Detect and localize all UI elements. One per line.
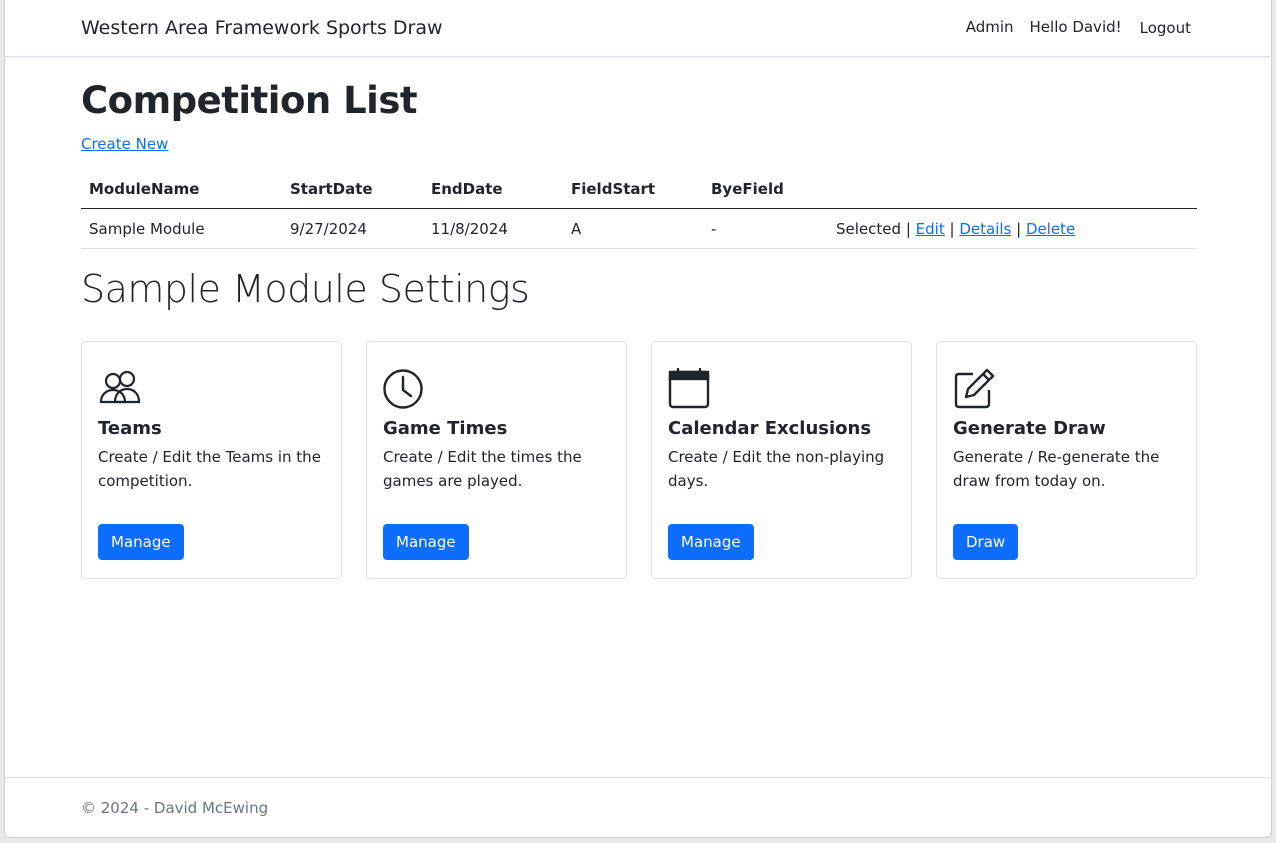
create-new-link[interactable]: Create New	[81, 135, 168, 153]
settings-title: Sample Module Settings	[81, 267, 530, 311]
calendar-manage-button[interactable]: Manage	[668, 524, 754, 560]
card-title: Game Times	[383, 418, 508, 439]
cell-bye-field: -	[703, 208, 828, 249]
cell-actions: Selected | Edit | Details | Delete	[828, 208, 1197, 249]
calendar-icon	[668, 367, 712, 410]
header-start-date: StartDate	[282, 171, 423, 209]
page-title: Competition List	[81, 79, 418, 122]
footer: © 2024 - David McEwing	[5, 777, 1271, 837]
pencil-square-icon	[953, 368, 997, 410]
calendar-exclusions-card: Calendar Exclusions Create / Edit the no…	[651, 341, 912, 579]
competition-table: ModuleName StartDate EndDate FieldStart …	[81, 171, 1197, 249]
header-field-start: FieldStart	[563, 171, 703, 209]
card-title: Calendar Exclusions	[668, 418, 872, 439]
brand-link[interactable]: Western Area Framework Sports Draw	[81, 17, 443, 39]
settings-cards: Teams Create / Edit the Teams in the com…	[81, 341, 1197, 579]
nav-admin-link[interactable]: Admin	[966, 18, 1014, 37]
card-title: Teams	[98, 418, 162, 439]
navbar: Western Area Framework Sports Draw Admin…	[5, 0, 1271, 57]
action-separator: |	[905, 220, 911, 238]
action-separator: |	[949, 220, 955, 238]
draw-button[interactable]: Draw	[953, 524, 1019, 560]
cell-field-start: A	[563, 208, 703, 249]
generate-draw-card: Generate Draw Generate / Re-generate the…	[936, 341, 1197, 579]
nav-links: Admin Hello David! Logout	[966, 18, 1191, 37]
nav-logout-link[interactable]: Logout	[1140, 19, 1191, 37]
edit-link[interactable]: Edit	[916, 220, 945, 238]
main-content: Competition List Create New ModuleName S…	[81, 57, 1197, 579]
action-separator: |	[1016, 220, 1022, 238]
cell-module-name: Sample Module	[81, 208, 282, 249]
browser-window: Western Area Framework Sports Draw Admin…	[4, 0, 1272, 838]
game-times-card: Game Times Create / Edit the times the g…	[366, 341, 627, 579]
selected-label: Selected	[836, 220, 902, 238]
nav-hello-link[interactable]: Hello David!	[1030, 18, 1122, 37]
card-text: Generate / Re-generate the draw from tod…	[953, 448, 1160, 490]
header-bye-field: ByeField	[703, 171, 828, 209]
header-end-date: EndDate	[423, 171, 563, 209]
cell-start-date: 9/27/2024	[282, 208, 423, 249]
card-text: Create / Edit the non-playing days.	[668, 448, 885, 490]
card-title: Generate Draw	[953, 418, 1106, 439]
game-times-manage-button[interactable]: Manage	[383, 524, 469, 560]
clock-icon	[383, 368, 427, 410]
teams-card: Teams Create / Edit the Teams in the com…	[81, 341, 342, 579]
teams-manage-button[interactable]: Manage	[98, 524, 184, 560]
details-link[interactable]: Details	[959, 220, 1011, 238]
header-actions	[828, 171, 1197, 209]
card-text: Create / Edit the Teams in the competiti…	[98, 448, 321, 490]
people-icon	[98, 368, 142, 410]
table-row: Sample Module 9/27/2024 11/8/2024 A - Se…	[81, 208, 1197, 249]
card-text: Create / Edit the times the games are pl…	[383, 448, 582, 490]
header-module-name: ModuleName	[81, 171, 282, 209]
cell-end-date: 11/8/2024	[423, 208, 563, 249]
delete-link[interactable]: Delete	[1026, 220, 1075, 238]
table-header-row: ModuleName StartDate EndDate FieldStart …	[81, 171, 1197, 209]
footer-copyright: © 2024 - David McEwing	[81, 799, 269, 817]
